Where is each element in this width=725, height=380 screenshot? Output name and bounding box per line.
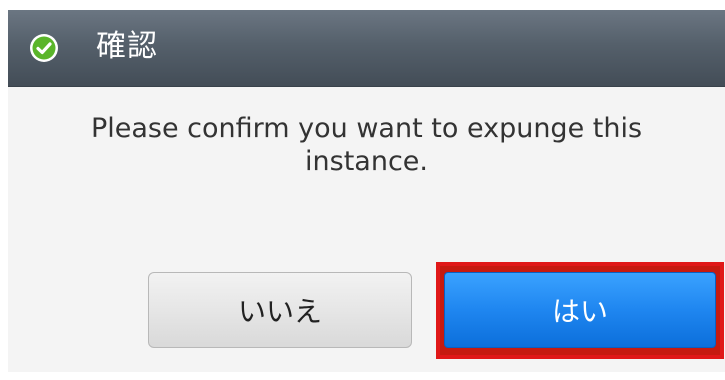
dialog-message-container: Please confirm you want to expunge this … bbox=[8, 112, 725, 178]
dialog-message: Please confirm you want to expunge this … bbox=[90, 113, 643, 177]
dialog-titlebar: 確認 bbox=[8, 10, 725, 87]
no-button[interactable]: いいえ bbox=[148, 272, 412, 348]
confirm-dialog: 確認 Please confirm you want to expunge th… bbox=[8, 10, 725, 372]
check-circle-icon bbox=[29, 33, 59, 63]
yes-button[interactable]: はい bbox=[444, 272, 716, 348]
dialog-title: 確認 bbox=[96, 29, 158, 64]
